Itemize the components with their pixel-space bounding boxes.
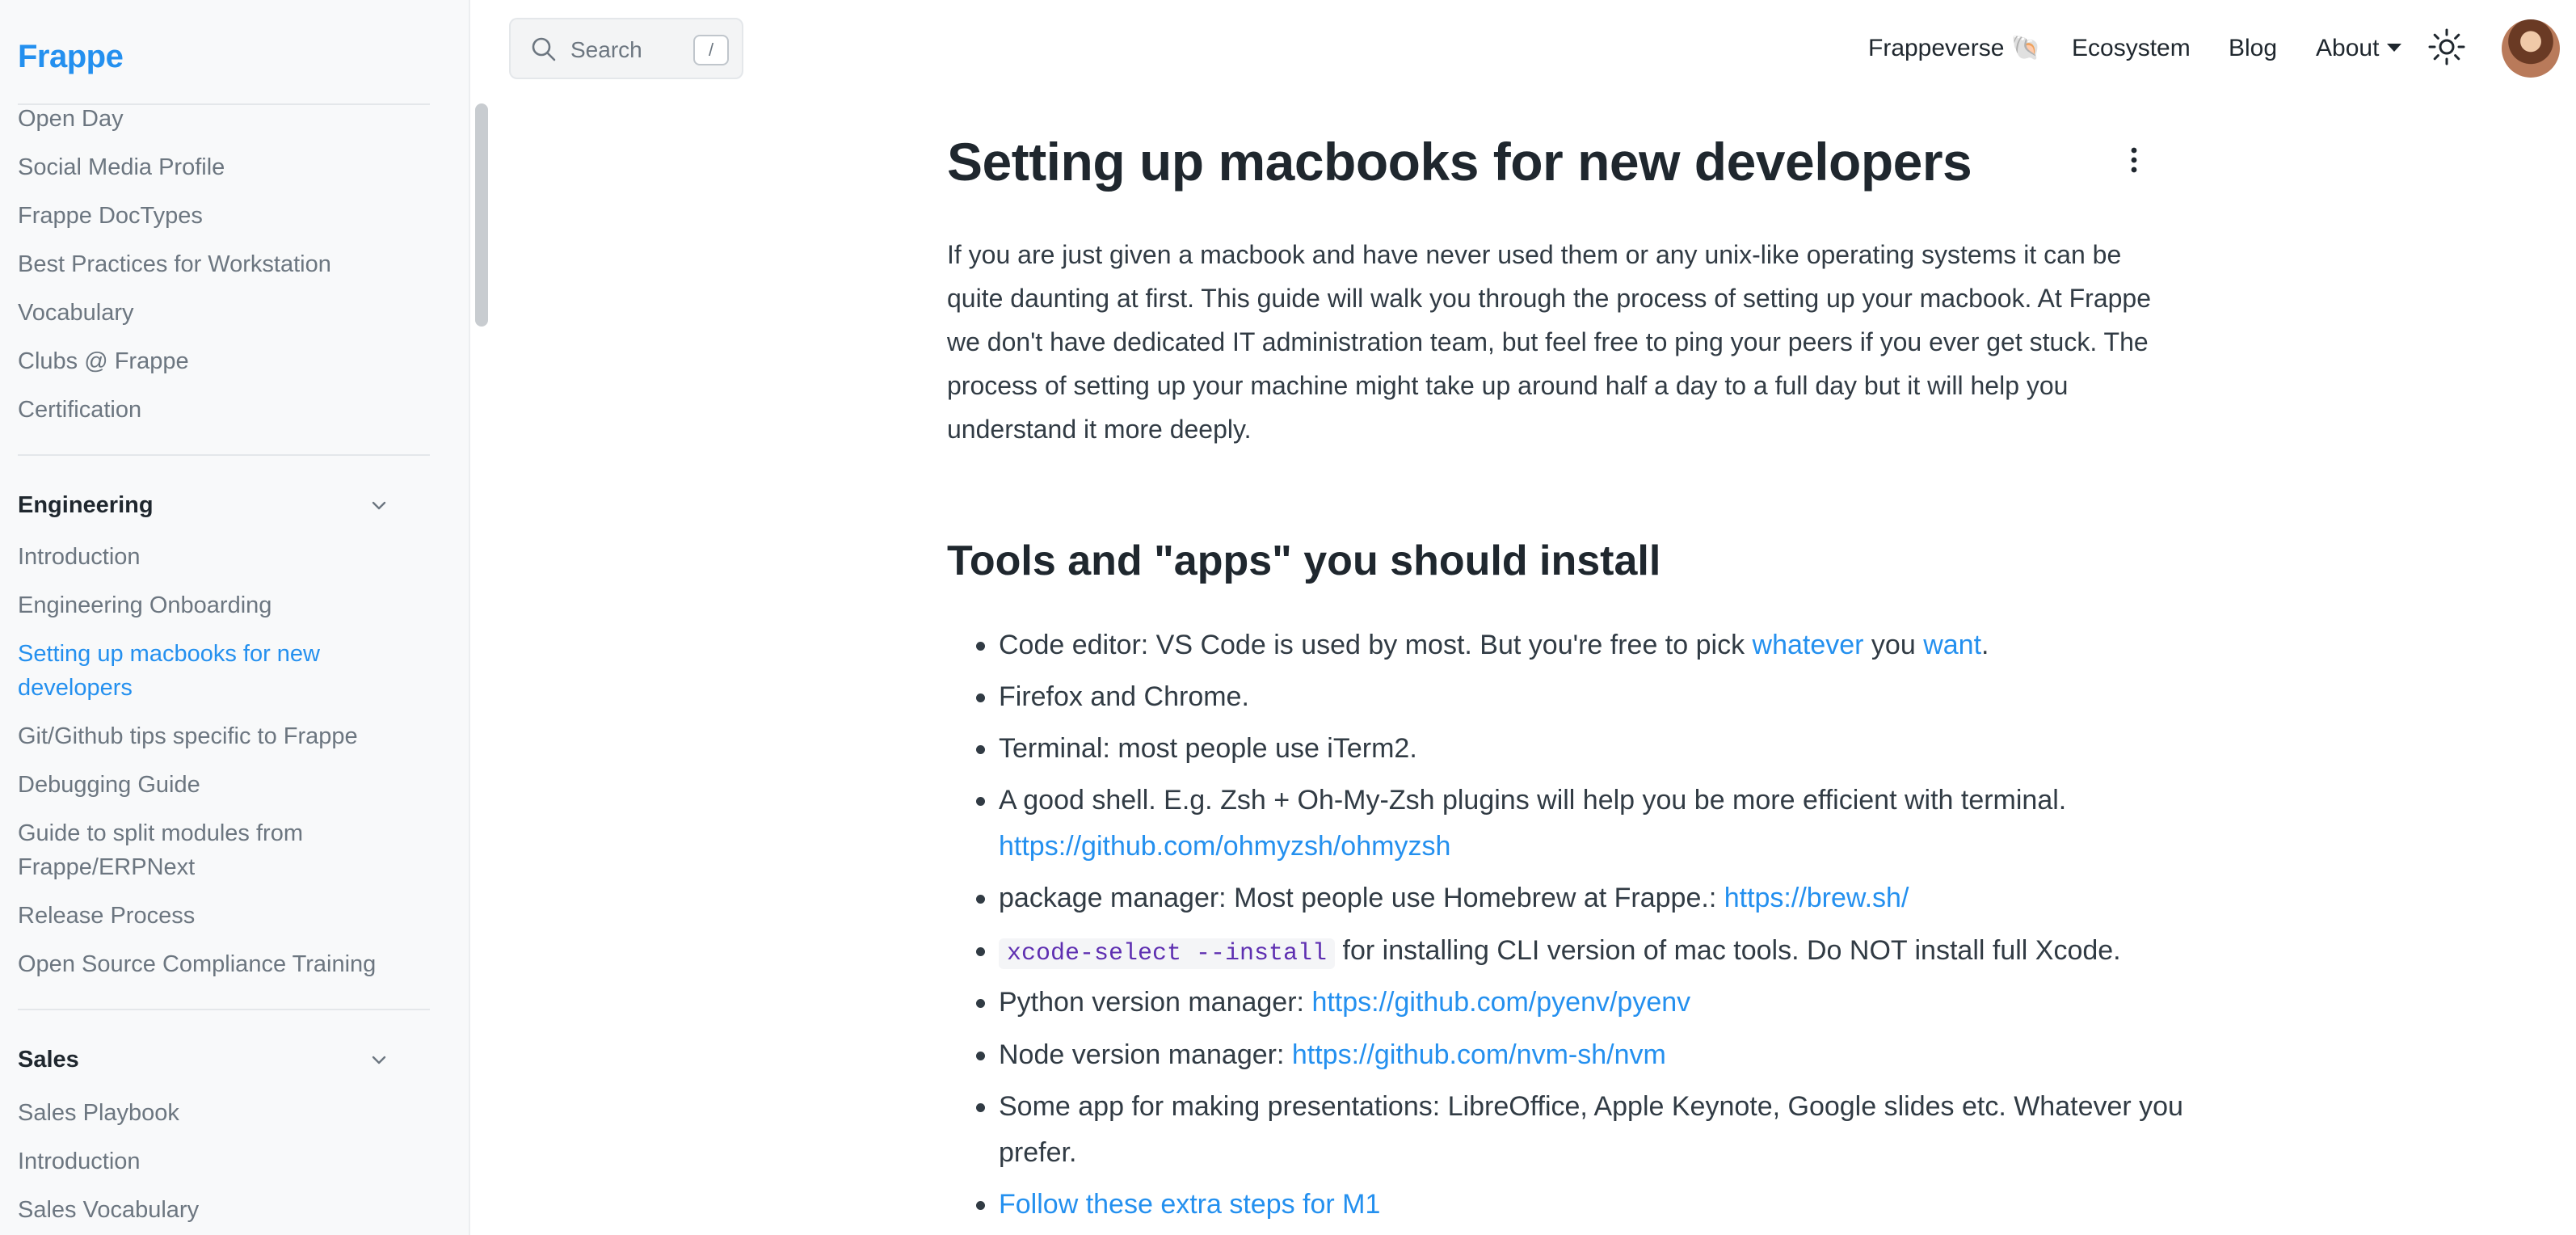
sidebar-item-sales-vocabulary[interactable]: Sales Vocabulary <box>18 1193 199 1227</box>
search-shortcut-key: / <box>693 35 729 65</box>
list-item: Code editor: VS Code is used by most. Bu… <box>947 622 2183 668</box>
avatar[interactable] <box>2502 19 2560 78</box>
list-item: Follow these extra steps for M1 <box>947 1182 2183 1228</box>
link-nvm[interactable]: https://github.com/nvm-sh/nvm <box>1292 1039 1666 1070</box>
sidebar-item-clubs[interactable]: Clubs @ Frappe <box>18 344 189 378</box>
chevron-down-icon[interactable] <box>370 496 388 514</box>
list-item-text: Code editor: VS Code is used by most. Bu… <box>999 630 1753 660</box>
sidebar-item-release-process[interactable]: Release Process <box>18 899 195 933</box>
list-item-text: for installing CLI version of mac tools.… <box>1335 935 2121 966</box>
sidebar-scrollbar-track[interactable] <box>472 103 491 1235</box>
chevron-down-icon[interactable] <box>370 1051 388 1069</box>
sidebar-divider <box>18 454 430 456</box>
search-box[interactable]: Search / <box>509 18 743 79</box>
sidebar-divider <box>18 1009 430 1010</box>
sidebar-scrollbar-thumb[interactable] <box>475 103 488 327</box>
list-item-text: Some app for making presentations: Libre… <box>999 1091 2183 1168</box>
sidebar-item-sales-playbook[interactable]: Sales Playbook <box>18 1096 179 1130</box>
nav-frappeverse[interactable]: Frappeverse 🐚 <box>1868 29 2041 68</box>
sun-icon[interactable] <box>2427 27 2466 66</box>
sidebar-section-sales[interactable]: Sales <box>18 1043 79 1077</box>
list-item: Some app for making presentations: Libre… <box>947 1084 2183 1176</box>
list-item: xcode-select --install for installing CL… <box>947 928 2183 977</box>
sidebar-item-open-day[interactable]: Open Day <box>18 102 124 136</box>
caret-down-icon[interactable] <box>2387 44 2401 52</box>
nav-ecosystem[interactable]: Ecosystem <box>2072 29 2191 68</box>
sidebar-item-sales-introduction[interactable]: Introduction <box>18 1144 141 1178</box>
list-item: A good shell. E.g. Zsh + Oh-My-Zsh plugi… <box>947 778 2183 870</box>
sidebar-item-best-practices[interactable]: Best Practices for Workstation <box>18 247 331 281</box>
list-item-text: Node version manager: <box>999 1039 1292 1070</box>
sidebar: Frappe Open Day Social Media Profile Fra… <box>0 0 470 1235</box>
sidebar-item-git-github-tips[interactable]: Git/Github tips specific to Frappe <box>18 719 358 753</box>
list-item-text: Terminal: most people use iTerm2. <box>999 733 1417 764</box>
sidebar-item-certification[interactable]: Certification <box>18 393 141 427</box>
code-xcode-select: xcode-select --install <box>999 938 1336 969</box>
sidebar-item-oss-compliance[interactable]: Open Source Compliance Training <box>18 947 376 981</box>
list-item: Node version manager: https://github.com… <box>947 1032 2183 1078</box>
list-item: Firefox and Chrome. <box>947 674 2183 720</box>
page-title: Setting up macbooks for new developers <box>947 132 1972 192</box>
link-whatever[interactable]: whatever <box>1753 630 1864 660</box>
list-item-text: you <box>1863 630 1924 660</box>
nav-blog[interactable]: Blog <box>2229 29 2277 68</box>
sidebar-item-social-media-profile[interactable]: Social Media Profile <box>18 150 225 184</box>
sidebar-item-debugging-guide[interactable]: Debugging Guide <box>18 768 200 802</box>
sidebar-item-frappe-doctypes[interactable]: Frappe DocTypes <box>18 199 203 233</box>
list-item: Terminal: most people use iTerm2. <box>947 726 2183 772</box>
sidebar-item-setting-up-macbooks[interactable]: Setting up macbooks for new developers <box>18 637 365 705</box>
list-item: package manager: Most people use Homebre… <box>947 875 2183 921</box>
link-brew[interactable]: https://brew.sh/ <box>1724 883 1909 913</box>
intro-paragraph: If you are just given a macbook and have… <box>947 240 2152 444</box>
list-item: Python version manager: https://github.c… <box>947 980 2183 1026</box>
link-m1-steps[interactable]: Follow these extra steps for M1 <box>999 1189 1380 1220</box>
sidebar-item-split-modules[interactable]: Guide to split modules from Frappe/ERPNe… <box>18 816 365 884</box>
more-options-icon[interactable] <box>2122 144 2146 176</box>
nav-about[interactable]: About <box>2316 29 2379 68</box>
list-item-text: . <box>1981 630 1989 660</box>
link-ohmyzsh[interactable]: https://github.com/ohmyzsh/ohmyzsh <box>999 831 1450 862</box>
list-item-text: Firefox and Chrome. <box>999 681 1249 712</box>
search-icon <box>532 37 556 61</box>
sidebar-section-engineering[interactable]: Engineering <box>18 488 154 522</box>
link-want[interactable]: want <box>1923 630 1981 660</box>
list-item-text: A good shell. E.g. Zsh + Oh-My-Zsh plugi… <box>999 785 2067 816</box>
link-pyenv[interactable]: https://github.com/pyenv/pyenv <box>1311 987 1690 1018</box>
frappe-logo[interactable]: Frappe <box>18 34 124 79</box>
list-item-text: Python version manager: <box>999 987 1312 1018</box>
section-heading: Tools and "apps" you should install <box>947 537 1661 584</box>
list-item-text: package manager: Most people use Homebre… <box>999 883 1724 913</box>
sidebar-item-vocabulary[interactable]: Vocabulary <box>18 296 134 330</box>
sidebar-item-eng-introduction[interactable]: Introduction <box>18 540 141 574</box>
search-placeholder: Search <box>570 37 642 62</box>
sidebar-item-eng-onboarding[interactable]: Engineering Onboarding <box>18 588 271 622</box>
